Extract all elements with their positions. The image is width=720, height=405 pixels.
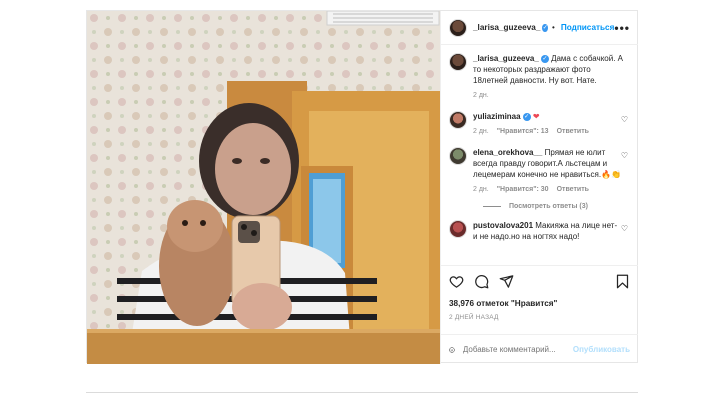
author-avatar-caption[interactable] [449,53,467,71]
comment-item: elena_orekhova__ Прямая не юлит всегда п… [449,147,630,195]
view-replies-button[interactable]: Посмотреть ответы (3) [483,203,630,210]
comment-username[interactable]: elena_orekhova__ [473,148,542,157]
caption-body: _larisa_guzeeva_ ✓ Дама с собачкой. А то … [473,53,623,101]
comment-likes[interactable]: "Нравится": 30 [497,184,549,195]
bookmark-icon[interactable] [615,274,630,289]
comment-time: 2 дн. [473,128,489,135]
caption-time: 2 дн. [473,92,489,99]
commenter-avatar[interactable] [449,111,467,129]
commenter-avatar[interactable] [449,147,467,165]
comment-like-heart-icon[interactable]: ♡ [621,115,628,124]
add-comment-bar: Опубликовать [441,334,638,364]
caption: _larisa_guzeeva_ ✓ Дама с собачкой. А то … [449,53,630,101]
verified-icon: ✓ [522,112,531,121]
verified-icon: ✓ [540,54,549,63]
post-image [87,11,440,364]
comment-body: pustovalova201 Макияжа на лице нет- и не… [473,220,623,242]
comment-username[interactable]: yuliaziminaa [473,112,521,121]
reply-button[interactable]: Ответить [557,184,589,195]
replies-line [483,205,501,207]
post-card: _larisa_guzeeva_ ✓ • Подписаться ••• _la… [86,10,638,364]
comment-body: elena_orekhova__ Прямая не юлит всегда п… [473,147,623,195]
comments-list[interactable]: _larisa_guzeeva_ ✓ Дама с собачкой. А то … [441,45,638,265]
post-date[interactable]: 2 ДНЕЙ НАЗАД [449,314,630,321]
likes-count[interactable]: 38,976 отметок "Нравится" [449,299,630,308]
author-username[interactable]: _larisa_guzeeva_ [473,23,540,32]
comment-body: yuliaziminaa ✓ ❤ 2 дн. "Нравится": 13 Отв… [473,111,623,137]
comment-input[interactable] [462,345,573,354]
page-divider [86,392,638,393]
view-replies-label: Посмотреть ответы (3) [509,203,588,210]
emoji-icon[interactable] [449,343,455,357]
share-icon[interactable] [499,274,514,289]
verified-icon: ✓ [542,23,549,32]
header-separator: • [552,23,555,32]
caption-meta: 2 дн. [473,90,623,101]
comment-meta: 2 дн. "Нравится": 30 Ответить [473,184,623,195]
publish-button[interactable]: Опубликовать [573,345,630,354]
comment-username[interactable]: pustovalova201 [473,221,533,230]
heart-icon[interactable] [449,274,464,289]
post-header: _larisa_guzeeva_ ✓ • Подписаться ••• [441,11,638,45]
author-avatar[interactable] [449,18,467,37]
comment-item: pustovalova201 Макияжа на лице нет- и не… [449,220,630,242]
post-side-panel: _larisa_guzeeva_ ✓ • Подписаться ••• _la… [440,11,638,364]
comment-time: 2 дн. [473,186,489,193]
comment-like-heart-icon[interactable]: ♡ [621,224,628,233]
comment-like-heart-icon[interactable]: ♡ [621,151,628,160]
reply-button[interactable]: Ответить [557,126,589,137]
caption-username[interactable]: _larisa_guzeeva_ [473,54,539,63]
comment-icon[interactable] [474,274,489,289]
action-icons [449,274,630,289]
red-heart-emoji-icon: ❤ [532,112,540,121]
commenter-avatar[interactable] [449,220,467,238]
post-photo[interactable] [87,11,440,364]
comment-meta: 2 дн. "Нравится": 13 Ответить [473,126,623,137]
follow-button[interactable]: Подписаться [561,23,615,32]
comment-item: yuliaziminaa ✓ ❤ 2 дн. "Нравится": 13 Отв… [449,111,630,137]
more-options-icon[interactable]: ••• [614,21,630,35]
comment-likes[interactable]: "Нравится": 13 [497,126,549,137]
